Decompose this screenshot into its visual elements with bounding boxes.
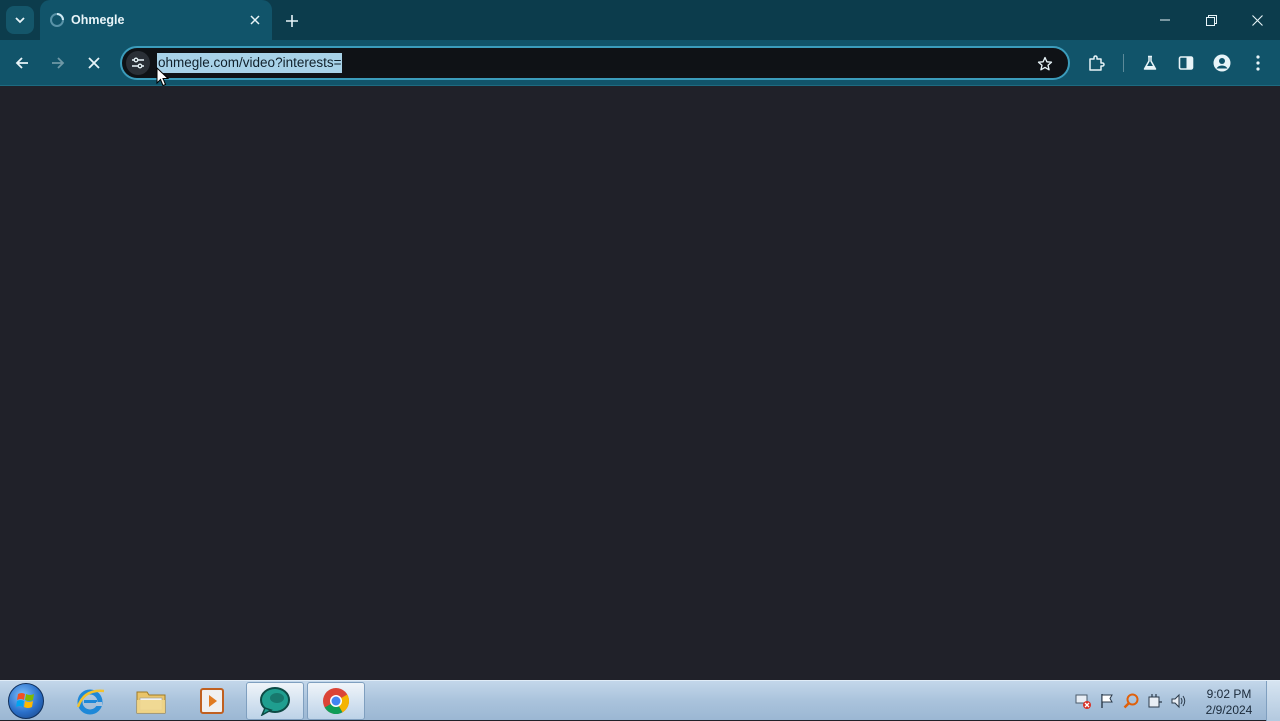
new-tab-button[interactable] bbox=[281, 10, 303, 32]
chrome-icon bbox=[323, 688, 350, 715]
close-icon bbox=[88, 57, 100, 69]
minimize-icon bbox=[1160, 19, 1170, 21]
loading-spinner-icon bbox=[50, 13, 64, 27]
tune-icon bbox=[132, 57, 144, 69]
tray-power[interactable] bbox=[1147, 693, 1163, 709]
taskbar-chrome[interactable] bbox=[307, 682, 365, 720]
taskbar-media-player[interactable] bbox=[183, 682, 241, 720]
close-icon bbox=[1251, 14, 1263, 26]
side-panel-button[interactable] bbox=[1172, 49, 1200, 77]
taskbar: 9:02 PM 2/9/2024 bbox=[0, 680, 1280, 721]
profile-button[interactable] bbox=[1208, 49, 1236, 77]
puzzle-icon bbox=[1089, 55, 1105, 71]
tray-volume[interactable] bbox=[1171, 693, 1187, 709]
toolbar-separator bbox=[1123, 54, 1124, 72]
taskbar-internet-explorer[interactable] bbox=[61, 682, 119, 720]
tab-search-button[interactable] bbox=[6, 6, 34, 34]
restore-icon bbox=[1205, 14, 1217, 26]
star-icon bbox=[1037, 56, 1053, 71]
media-player-icon bbox=[200, 688, 224, 714]
extensions-button[interactable] bbox=[1082, 49, 1110, 77]
restore-button[interactable] bbox=[1188, 0, 1234, 40]
labs-button[interactable] bbox=[1136, 49, 1164, 77]
windows-logo-icon bbox=[8, 683, 44, 719]
system-clock[interactable]: 9:02 PM 2/9/2024 bbox=[1198, 686, 1260, 718]
flask-icon bbox=[1143, 55, 1157, 70]
folder-icon bbox=[136, 691, 166, 714]
forward-button[interactable] bbox=[44, 49, 72, 77]
taskbar-file-explorer[interactable] bbox=[122, 682, 180, 720]
tab-close-button[interactable] bbox=[246, 11, 264, 29]
power-plug-icon bbox=[1148, 694, 1162, 708]
arrow-left-icon bbox=[15, 57, 28, 69]
tray-action-center[interactable] bbox=[1099, 693, 1115, 709]
tab-title: Ohmegle bbox=[71, 13, 125, 27]
browser-toolbar: ohmegle.com/video?interests= bbox=[0, 40, 1280, 86]
bookmark-button[interactable] bbox=[1034, 53, 1056, 75]
back-button[interactable] bbox=[8, 49, 36, 77]
magnifier-icon bbox=[1123, 693, 1139, 709]
tab-strip: Ohmegle bbox=[0, 0, 1280, 40]
flag-icon bbox=[1101, 694, 1113, 708]
url-text[interactable]: ohmegle.com/video?interests= bbox=[157, 53, 343, 73]
clock-date: 2/9/2024 bbox=[1205, 703, 1253, 717]
plus-icon bbox=[286, 15, 298, 27]
mouse-cursor-icon bbox=[156, 67, 170, 87]
close-icon bbox=[250, 15, 260, 25]
page-content bbox=[0, 87, 1280, 680]
taskbar-ohmegle-app[interactable] bbox=[246, 682, 304, 720]
tab-ohmegle[interactable]: Ohmegle bbox=[40, 0, 272, 40]
stop-loading-button[interactable] bbox=[80, 49, 108, 77]
chevron-down-icon bbox=[15, 17, 25, 24]
arrow-right-icon bbox=[52, 57, 65, 69]
network-warning-icon bbox=[1075, 694, 1091, 709]
internet-explorer-icon bbox=[76, 689, 105, 715]
site-info-button[interactable] bbox=[126, 51, 150, 75]
minimize-button[interactable] bbox=[1142, 0, 1188, 40]
close-window-button[interactable] bbox=[1234, 0, 1280, 40]
avatar-icon bbox=[1213, 54, 1231, 72]
menu-button[interactable] bbox=[1244, 49, 1272, 77]
clock-time: 9:02 PM bbox=[1206, 687, 1252, 701]
tray-network-warning[interactable] bbox=[1075, 693, 1091, 709]
start-button[interactable] bbox=[6, 682, 46, 720]
speaker-icon bbox=[1171, 693, 1186, 709]
more-vertical-icon bbox=[1256, 55, 1260, 71]
chat-bubble-icon bbox=[260, 687, 290, 716]
address-bar[interactable]: ohmegle.com/video?interests= bbox=[120, 46, 1070, 80]
show-desktop-button[interactable] bbox=[1266, 681, 1280, 721]
tray-search[interactable] bbox=[1123, 693, 1139, 709]
side-panel-icon bbox=[1178, 56, 1194, 70]
